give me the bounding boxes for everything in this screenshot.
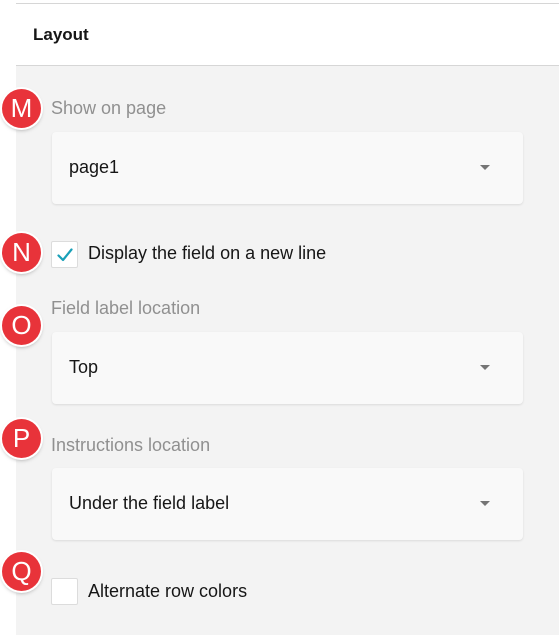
show-on-page-value: page1 — [69, 157, 120, 177]
callout-badge-n: N — [2, 233, 41, 272]
chevron-down-icon — [480, 365, 490, 370]
new-line-checkbox[interactable] — [51, 241, 78, 268]
callout-badge-p: P — [2, 419, 41, 458]
callout-badge-o: O — [2, 306, 41, 345]
show-on-page-dropdown[interactable]: page1 — [52, 132, 523, 204]
field-label-location-dropdown[interactable]: Top — [52, 332, 523, 404]
field-label-location-label: Field label location — [51, 298, 201, 318]
callout-badge-m: M — [2, 89, 41, 128]
layout-section-header[interactable]: Layout — [16, 4, 559, 66]
section-title: Layout — [33, 25, 89, 44]
alternate-row-colors-checkbox[interactable] — [51, 578, 78, 605]
checkmark-icon — [57, 248, 73, 262]
show-on-page-label: Show on page — [51, 98, 167, 118]
instructions-location-dropdown[interactable]: Under the field label — [52, 468, 523, 540]
new-line-label[interactable]: Display the field on a new line — [88, 243, 326, 264]
instructions-location-value: Under the field label — [69, 493, 230, 513]
chevron-down-icon — [480, 165, 490, 170]
alternate-row-colors-label[interactable]: Alternate row colors — [88, 581, 247, 602]
chevron-down-icon — [480, 501, 490, 506]
callout-badge-q: Q — [2, 552, 41, 591]
field-label-location-value: Top — [69, 357, 99, 377]
instructions-location-label: Instructions location — [51, 435, 211, 455]
